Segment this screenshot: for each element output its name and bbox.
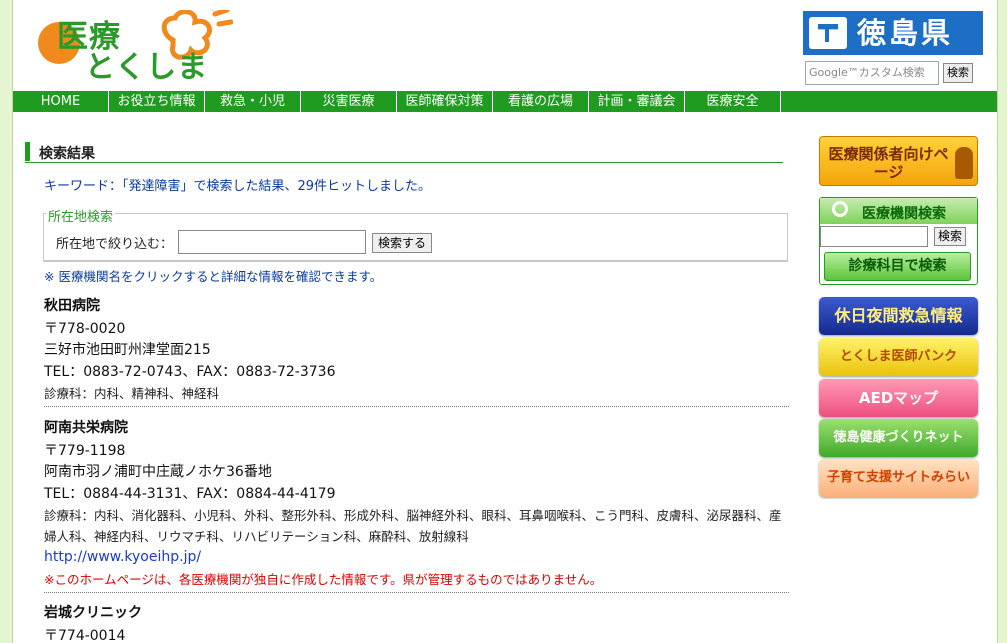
- medical-staff-label: 医療関係者向けページ: [828, 145, 949, 181]
- banner-doctor-bank[interactable]: とくしま医師バンク: [819, 338, 978, 376]
- nav-home[interactable]: HOME: [13, 91, 109, 112]
- page-title: 検索結果: [25, 141, 783, 163]
- result-note: ※ 医療機関名をクリックすると詳細な情報を確認できます。: [44, 269, 383, 284]
- nav-useful-info[interactable]: お役立ち情報: [109, 91, 205, 112]
- hospital-tel-fax: TEL：0883-72-0743、FAX：0883-72-3736: [44, 363, 336, 380]
- logo-text-line1: 医療: [57, 19, 121, 55]
- location-search-legend: 所在地検索: [46, 206, 116, 225]
- hospital-departments: 診療科：内科、精神科、神経科: [44, 385, 220, 401]
- hospital-name-link[interactable]: 秋田病院: [44, 297, 788, 315]
- page-title-text: 検索結果: [39, 146, 95, 162]
- logo-text-line2: とくしま: [85, 50, 209, 85]
- facility-search-title: 医療機関検索: [862, 206, 946, 222]
- nav-nursing[interactable]: 看護の広場: [493, 91, 589, 112]
- hospital-postal: 〒779-1198: [44, 443, 126, 459]
- pref-emblem-icon: [809, 17, 847, 49]
- nav-plans-councils[interactable]: 計画・審議会: [589, 91, 685, 112]
- medical-staff-page-button[interactable]: 医療関係者向けページ: [819, 136, 978, 186]
- facility-search-input[interactable]: [820, 226, 928, 247]
- hospital-disclaimer: ※このホームページは、各医療機関が独自に作成した情報です。県が管理するものではあ…: [44, 571, 603, 587]
- hospital-name-link[interactable]: 阿南共栄病院: [44, 419, 788, 437]
- nav-emergency-pediatrics[interactable]: 救急・小児: [205, 91, 301, 112]
- hospital-entry: 秋田病院 〒778-0020 三好市池田町州津堂面215 TEL：0883-72…: [44, 297, 788, 404]
- location-search-form: 所在地検索 所在地で絞り込む： 検索する: [43, 206, 788, 262]
- site-search-input[interactable]: Google™カスタム検索: [805, 61, 939, 85]
- location-filter-input[interactable]: [178, 230, 366, 254]
- banner-holiday-night-emergency[interactable]: 休日夜間救急情報: [819, 297, 978, 335]
- hospital-postal: 〒778-0020: [44, 321, 126, 337]
- location-filter-label: 所在地で絞り込む：: [56, 237, 174, 252]
- location-search-button[interactable]: 検索する: [372, 233, 432, 253]
- entry-divider: [44, 406, 789, 407]
- global-nav: HOME お役立ち情報 救急・小児 災害医療 医師確保対策 看護の広場 計画・審…: [13, 91, 997, 112]
- banner-childcare-support[interactable]: 子育て支援サイトみらい: [819, 459, 978, 497]
- hospital-entry: 岩城クリニック 〒774-0014: [44, 604, 788, 643]
- hospital-tel-fax: TEL：0884-44-3131、FAX：0884-44-4179: [44, 485, 336, 502]
- hospital-address: 三好市池田町州津堂面215: [44, 342, 211, 359]
- magnifier-icon: [832, 201, 848, 217]
- nav-doctor-recruitment[interactable]: 医師確保対策: [397, 91, 493, 112]
- hospital-postal: 〒774-0014: [44, 628, 126, 643]
- hospital-entry: 阿南共栄病院 〒779-1198 阿南市羽ノ浦町中庄蔵ノホケ36番地 TEL：0…: [44, 419, 788, 590]
- site-logo[interactable]: 医療 とくしま: [35, 8, 245, 90]
- facility-search-box: 医療機関検索 検索 診療科目で検索: [819, 197, 978, 285]
- facility-search-header: 医療機関検索: [820, 198, 977, 224]
- facility-search-button[interactable]: 検索: [934, 227, 966, 246]
- banner-aed-map[interactable]: AEDマップ: [819, 379, 978, 417]
- banner-health-net[interactable]: 徳島健康づくりネット: [819, 419, 978, 457]
- nav-disaster-medicine[interactable]: 災害医療: [301, 91, 397, 112]
- result-summary: キーワード：「発達障害」で検索した結果、29件ヒットしました。: [44, 179, 432, 194]
- hospital-address: 阿南市羽ノ浦町中庄蔵ノホケ36番地: [44, 464, 272, 481]
- site-search-button[interactable]: 検索: [943, 63, 973, 83]
- tokushima-pref-banner[interactable]: 徳島県: [803, 11, 983, 55]
- department-search-button[interactable]: 診療科目で検索: [824, 252, 971, 281]
- hospital-departments: 診療科：内科、消化器科、小児科、外科、整形外科、形成外科、脳神経外科、眼科、耳鼻…: [44, 507, 782, 545]
- hospital-name-link[interactable]: 岩城クリニック: [44, 604, 788, 622]
- pref-name: 徳島県: [857, 16, 954, 50]
- entry-divider: [44, 592, 789, 593]
- hospital-website-link[interactable]: http://www.kyoeihp.jp/: [44, 547, 788, 568]
- nav-medical-safety[interactable]: 医療安全: [685, 91, 781, 112]
- page: 医療 とくしま 徳島県 Google™カスタム検索 検索 HOME お役立ち情報…: [12, 0, 998, 643]
- title-accent-bar: [25, 142, 30, 161]
- walking-person-icon: [955, 147, 973, 179]
